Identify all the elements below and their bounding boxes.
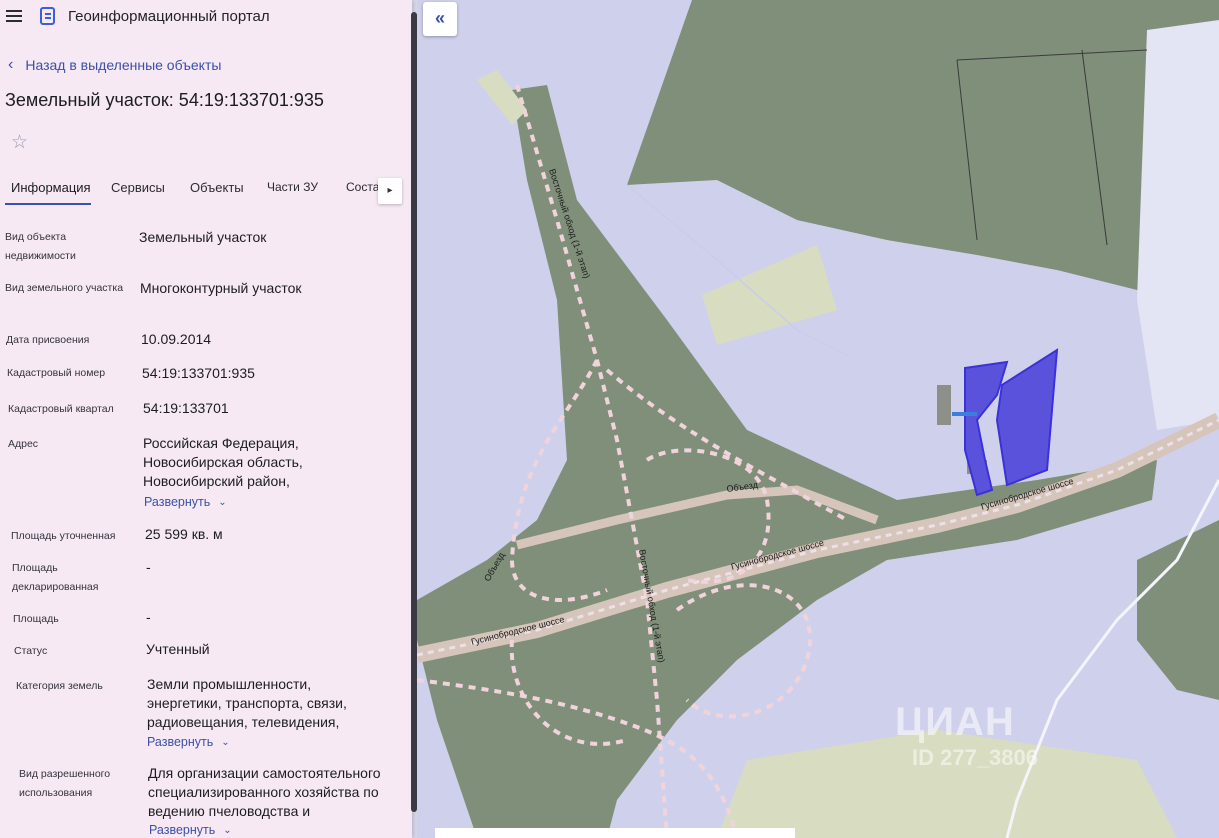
field-value-address: Российская Федерация, Новосибирская обла… — [143, 435, 303, 489]
field-value-area: - — [146, 609, 151, 625]
building-1 — [937, 385, 951, 425]
back-link-label: Назад в выделенные объекты — [25, 57, 222, 73]
field-value-area-declared: - — [146, 559, 151, 575]
chevron-down-icon: ⌄ — [218, 496, 227, 508]
map-svg: Восточный обход (1-й этап) Восточный обх… — [417, 0, 1219, 838]
field-value-property-type: Земельный участок — [139, 229, 267, 245]
tab-services[interactable]: Сервисы — [111, 180, 165, 195]
field-value-cadastral-quarter: 54:19:133701 — [143, 400, 229, 416]
tabs-bar: Информация Сервисы Объекты Части ЗУ Сост… — [0, 178, 412, 208]
field-value-assign-date: 10.09.2014 — [141, 331, 212, 347]
field-label-property-type: Вид объекта недвижимости — [5, 231, 76, 262]
hamburger-menu-icon[interactable] — [6, 10, 22, 22]
field-label-area-declared: Площадь декларированная — [12, 562, 99, 593]
field-label-parcel-type: Вид земельного участка — [5, 282, 124, 294]
field-label-assign-date: Дата присвоения — [6, 334, 90, 346]
field-value-cadastral-number: 54:19:133701:935 — [142, 365, 255, 381]
land-category-expand-link[interactable]: Развернуть ⌄ — [147, 735, 230, 749]
field-value-parcel-type: Многоконтурный участок — [140, 280, 302, 296]
portal-title: Геоинформационный портал — [68, 8, 270, 25]
permitted-use-expand-link[interactable]: Развернуть ⌄ — [149, 823, 232, 837]
expand-label: Развернуть — [149, 823, 216, 837]
field-value-area-refined: 25 599 кв. м — [145, 526, 223, 542]
field-label-cadastral-quarter: Кадастровый квартал — [8, 403, 114, 415]
address-expand-link[interactable]: Развернуть ⌄ — [144, 495, 227, 509]
chevron-left-icon: ‹ — [8, 56, 14, 73]
field-value-permitted-use: Для организации самостоятельного специал… — [148, 765, 381, 819]
field-label-status: Статус — [14, 645, 48, 657]
watermark-id: ID 277_3806 — [912, 745, 1038, 770]
top-bar: Геоинформационный портал — [0, 0, 412, 34]
selected-parcel-link — [952, 412, 977, 416]
field-label-land-category: Категория земель — [16, 680, 103, 692]
field-label-area-refined: Площадь уточненная — [11, 530, 116, 542]
expand-label: Развернуть — [144, 495, 211, 509]
favorite-star-icon[interactable]: ☆ — [11, 131, 28, 154]
map-canvas[interactable]: Восточный обход (1-й этап) Восточный обх… — [417, 0, 1219, 838]
object-title: Земельный участок: 54:19:133701:935 — [5, 90, 324, 110]
back-to-selected-link[interactable]: ‹ Назад в выделенные объекты — [8, 56, 221, 74]
field-value-land-category: Земли промышленности, энергетики, трансп… — [147, 676, 347, 730]
field-label-cadastral-number: Кадастровый номер — [7, 367, 106, 379]
active-tab-indicator — [5, 203, 91, 205]
portal-logo-icon — [40, 7, 55, 25]
field-label-area: Площадь — [13, 613, 59, 625]
chevron-down-icon: ⌄ — [221, 736, 230, 748]
tab-parcel-parts[interactable]: Части ЗУ — [267, 180, 318, 194]
tab-composition[interactable]: Соста — [346, 180, 379, 194]
field-label-address: Адрес — [8, 438, 39, 450]
info-panel: Геоинформационный портал ‹ Назад в выдел… — [0, 0, 412, 838]
field-label-permitted-use: Вид разрешенного использования — [19, 768, 111, 799]
chevron-down-icon: ⌄ — [223, 824, 232, 836]
bottom-panel-edge — [435, 828, 795, 838]
tabs-scroll-right-icon[interactable]: ▸ — [378, 178, 402, 204]
field-value-status: Учтенный — [146, 641, 210, 657]
watermark-logo: ЦИАН — [895, 700, 1015, 744]
expand-label: Развернуть — [147, 735, 214, 749]
collapse-panel-button[interactable]: « — [423, 2, 457, 36]
tab-information[interactable]: Информация — [11, 180, 91, 195]
tab-objects[interactable]: Объекты — [190, 180, 244, 195]
light-area-east — [1137, 20, 1219, 430]
